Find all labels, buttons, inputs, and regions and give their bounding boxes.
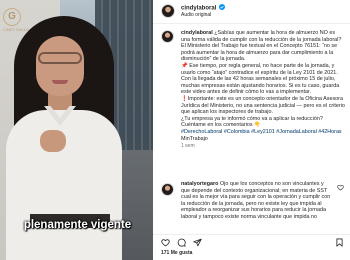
caption-line-5: ¿Tu empresa ya te informó cómo va a apli…	[181, 115, 323, 129]
post-timestamp: 1 sem	[181, 143, 195, 150]
verified-badge-icon	[219, 4, 226, 10]
caption-hashtags[interactable]: #DerechoLaboral #Colombia #Ley2101 #Jorn…	[181, 129, 342, 135]
post-actions-bar: 171 Me gusta	[153, 234, 350, 260]
reel-video[interactable]: G CINDY GALLO plenamente vigente	[0, 0, 153, 260]
caption-mention[interactable]: MinTrabajo	[181, 136, 208, 142]
comment-like-icon[interactable]	[337, 184, 344, 191]
save-bookmark-icon[interactable]	[335, 238, 344, 247]
comments-scroll-area[interactable]: cindylaboral ¿Sabías que aumentar la hor…	[153, 26, 350, 234]
pin-icon: 📌	[181, 62, 188, 69]
brand-logo-text: CINDY GALLO	[3, 28, 29, 32]
caption-author-avatar[interactable]	[161, 30, 174, 43]
commenter-avatar[interactable]	[161, 183, 174, 196]
caption-username[interactable]: cindylaboral	[181, 30, 213, 36]
like-heart-icon[interactable]	[161, 238, 170, 247]
warning-icon: ❗	[181, 95, 188, 102]
share-send-icon[interactable]	[193, 238, 202, 247]
presenter-shirt	[6, 110, 122, 260]
audio-link[interactable]: Audio original	[181, 12, 211, 18]
presenter-hand	[40, 130, 66, 152]
presenter-face	[36, 36, 84, 96]
post-panel: cindylaboral Audio original cindylaboral…	[153, 0, 350, 260]
likes-count[interactable]: 171 Me gusta	[161, 250, 192, 256]
author-username[interactable]: cindylaboral	[181, 4, 226, 12]
brand-logo: G	[3, 8, 21, 26]
caption-line-4: Importante: este es un concepto orientad…	[181, 95, 345, 116]
author-avatar[interactable]	[161, 4, 175, 18]
presenter-glasses	[38, 52, 82, 64]
comment-text: Ojo que los conceptos no son vinculantes…	[181, 181, 331, 220]
caption-line-2: El Ministerio del Trabajo fue textual en…	[181, 43, 338, 63]
down-arrow-icon: 👇	[254, 122, 261, 129]
post-header: cindylaboral Audio original	[153, 0, 350, 24]
caption-line-3: Ese tiempo, por regla general, no hace p…	[181, 62, 340, 96]
video-subtitle: plenamente vigente	[23, 219, 132, 231]
commenter-username[interactable]: natalyortegaro	[181, 181, 218, 187]
presenter-mouth	[52, 80, 68, 84]
comment-bubble-icon[interactable]	[177, 238, 186, 247]
